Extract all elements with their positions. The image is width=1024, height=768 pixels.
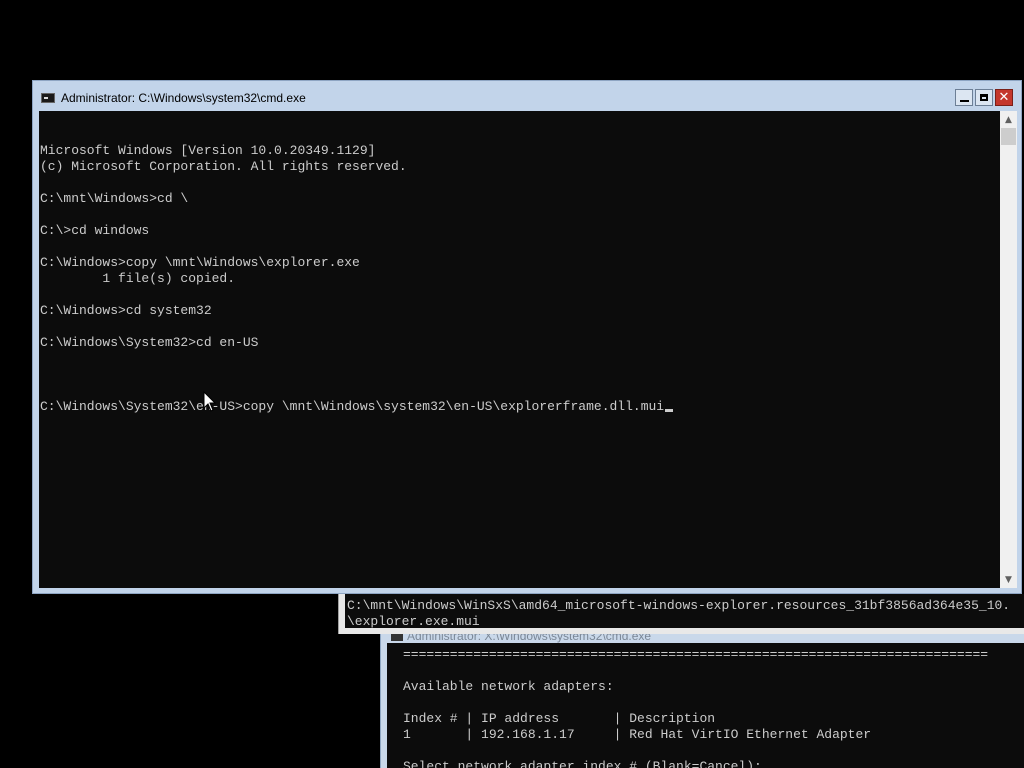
scrollbar-thumb[interactable] [1001, 128, 1016, 145]
console-text: C:\mnt\Windows\WinSxS\amd64_microsoft-wi… [347, 598, 1010, 628]
maximize-icon [980, 94, 988, 101]
chevron-up-icon: ▲ [1005, 114, 1012, 125]
background-console-output[interactable]: ========================================… [387, 643, 1024, 768]
cmd-window[interactable]: Administrator: C:\Windows\system32\cmd.e… [32, 80, 1022, 594]
console-history: Microsoft Windows [Version 10.0.20349.11… [40, 143, 673, 367]
console-line: C:\mnt\Windows\WinSxS\amd64_microsoft-wi… [347, 598, 1011, 613]
console-line: C:\>cd windows [40, 223, 150, 238]
console-line: Select network adapter index # (Blank=Ca… [403, 759, 762, 768]
scroll-down-button[interactable]: ▼ [1000, 571, 1017, 588]
console-text: Microsoft Windows [Version 10.0.20349.11… [40, 111, 674, 447]
text-cursor [665, 409, 674, 412]
console-line: \explorer.exe.mui [347, 614, 480, 628]
background-window-title: Administrator: X:\Windows\system32\cmd.e… [407, 633, 652, 643]
background-console-output[interactable]: C:\mnt\Windows\WinSxS\amd64_microsoft-wi… [345, 594, 1024, 628]
console-text: ========================================… [403, 647, 988, 768]
console-line: (c) Microsoft Corporation. All rights re… [40, 159, 407, 174]
maximize-button[interactable] [975, 89, 993, 106]
console-line: ========================================… [403, 647, 989, 662]
scroll-up-button[interactable]: ▲ [1000, 111, 1017, 128]
vertical-scrollbar[interactable]: ▲ ▼ [1000, 111, 1017, 588]
close-icon: ✕ [998, 90, 1010, 105]
mouse-pointer-icon [203, 391, 217, 412]
background-cmd-window-winsxs[interactable]: C:\mnt\Windows\WinSxS\amd64_microsoft-wi… [338, 594, 1024, 634]
background-window-titlebar[interactable]: Administrator: X:\Windows\system32\cmd.e… [381, 633, 1024, 643]
console-line: C:\Windows>cd system32 [40, 303, 212, 318]
console-line: Index # | IP address | Description [403, 711, 716, 726]
minimize-icon [959, 99, 969, 102]
console-output[interactable]: Microsoft Windows [Version 10.0.20349.11… [39, 111, 1000, 588]
window-title: Administrator: C:\Windows\system32\cmd.e… [61, 91, 306, 105]
console-line: Microsoft Windows [Version 10.0.20349.11… [40, 143, 376, 158]
console-line: 1 file(s) copied. [40, 271, 236, 286]
console-line: C:\Windows>copy \mnt\Windows\explorer.ex… [40, 255, 360, 270]
console-line: C:\Windows\System32>cd en-US [40, 335, 259, 350]
console-icon[interactable] [41, 93, 55, 103]
minimize-button[interactable] [955, 89, 973, 106]
close-button[interactable]: ✕ [995, 89, 1013, 106]
prompt-command-text: C:\Windows\System32\en-US>copy \mnt\Wind… [40, 399, 665, 414]
console-line: 1 | 192.168.1.17 | Red Hat VirtIO Ethern… [403, 727, 872, 742]
background-cmd-window-network[interactable]: Administrator: X:\Windows\system32\cmd.e… [380, 632, 1024, 768]
console-prompt-line[interactable]: C:\Windows\System32\en-US>copy \mnt\Wind… [40, 399, 674, 415]
console-icon [391, 633, 403, 641]
console-line: C:\mnt\Windows>cd \ [40, 191, 189, 206]
console-line: Available network adapters: [403, 679, 614, 694]
window-titlebar[interactable]: Administrator: C:\Windows\system32\cmd.e… [33, 81, 1021, 111]
chevron-down-icon: ▼ [1005, 574, 1012, 585]
